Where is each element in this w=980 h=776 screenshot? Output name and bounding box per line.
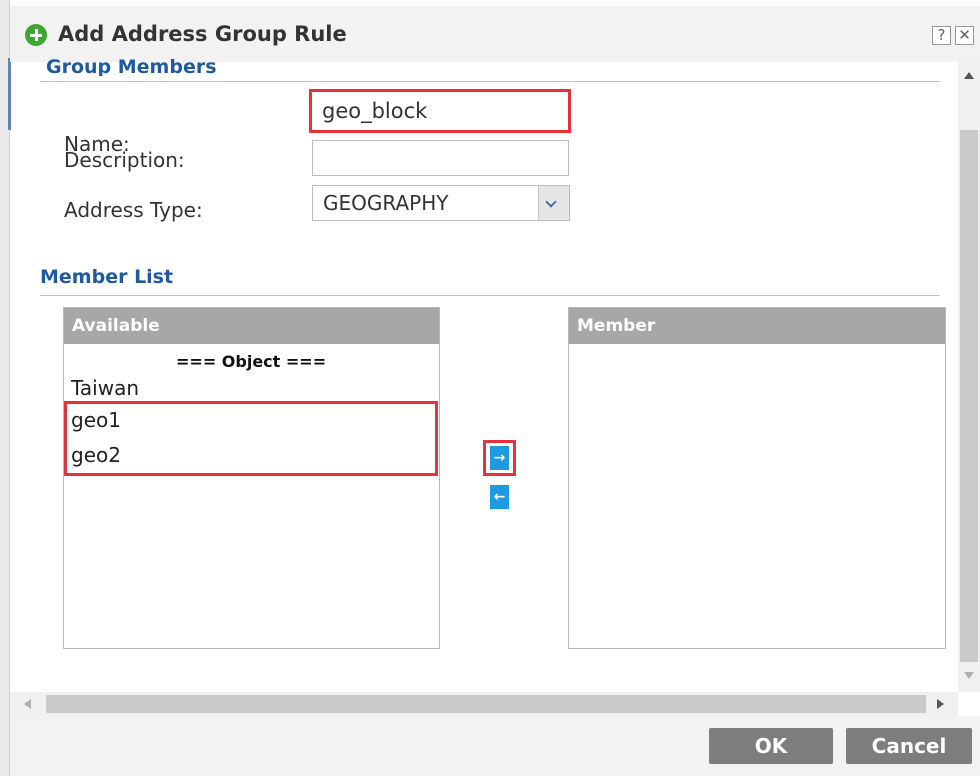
- chevron-down-icon[interactable]: [538, 186, 569, 220]
- ok-button[interactable]: OK: [709, 728, 833, 764]
- section-divider: [40, 81, 940, 82]
- close-icon[interactable]: ✕: [955, 26, 974, 45]
- add-circle-icon: [25, 24, 47, 46]
- address-type-select[interactable]: GEOGRAPHY: [312, 185, 570, 221]
- scroll-left-icon[interactable]: [24, 699, 31, 709]
- description-field[interactable]: [312, 140, 569, 176]
- description-label: Description:: [64, 148, 185, 172]
- arrow-right-icon[interactable]: →: [490, 446, 509, 470]
- member-list[interactable]: [568, 307, 946, 649]
- address-type-label: Address Type:: [64, 198, 203, 222]
- group-members-title: Group Members: [46, 56, 217, 76]
- horizontal-scroll-thumb[interactable]: [46, 695, 926, 713]
- member-header: Member: [569, 308, 945, 344]
- cancel-button[interactable]: Cancel: [846, 728, 972, 764]
- scroll-right-icon[interactable]: [937, 699, 944, 709]
- vertical-scroll-thumb[interactable]: [960, 130, 978, 662]
- arrow-left-icon[interactable]: ←: [490, 485, 509, 509]
- name-field[interactable]: geo_block: [309, 89, 571, 133]
- available-header: Available: [64, 308, 439, 344]
- dialog-footer: [10, 716, 980, 776]
- available-group-header: === Object ===: [176, 352, 327, 371]
- list-item[interactable]: geo1: [71, 408, 121, 432]
- help-icon[interactable]: ?: [932, 26, 951, 45]
- dialog-title: Add Address Group Rule: [58, 22, 347, 46]
- scroll-down-icon[interactable]: [964, 672, 974, 679]
- member-list-title: Member List: [40, 266, 174, 288]
- window-frame-accent: [8, 58, 11, 130]
- list-item[interactable]: Taiwan: [71, 376, 139, 400]
- list-item[interactable]: geo2: [71, 443, 121, 467]
- section-divider: [40, 295, 940, 296]
- address-type-value: GEOGRAPHY: [323, 191, 449, 215]
- scroll-up-icon[interactable]: [964, 72, 974, 79]
